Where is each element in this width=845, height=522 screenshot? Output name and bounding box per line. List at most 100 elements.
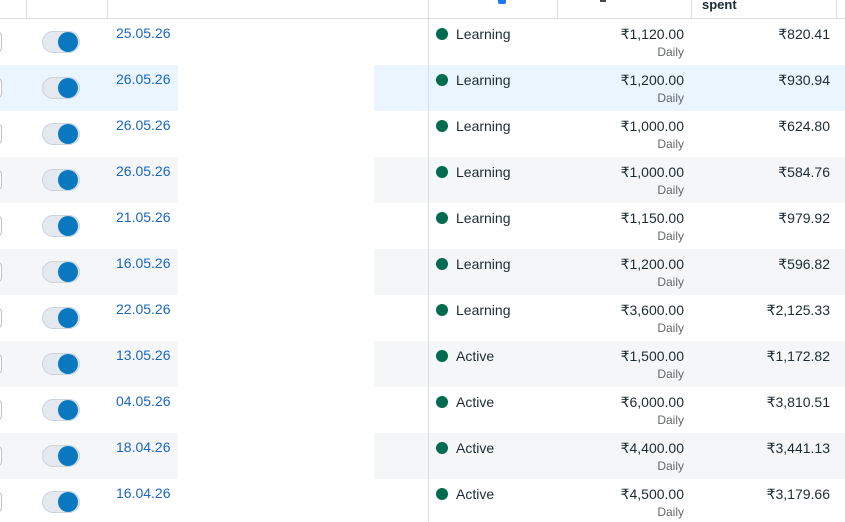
table-row[interactable]: Learning ₹1,120.00 Daily ₹820.41 [374, 19, 845, 65]
amount-spent-value: ₹3,810.51 [766, 394, 830, 410]
delivery-status: Learning [456, 256, 511, 272]
table-row[interactable]: Active ₹1,500.00 Daily ₹1,172.82 [374, 341, 845, 387]
row-date-link[interactable]: 18.04.26 [116, 439, 171, 455]
table-row[interactable]: Learning ₹3,600.00 Daily ₹2,125.33 [374, 295, 845, 341]
status-dot-icon [436, 304, 448, 316]
table-row[interactable]: 16.04.26 [0, 479, 178, 522]
table-row[interactable]: 26.05.26 [0, 157, 178, 203]
table-row[interactable]: 22.05.26 [0, 295, 178, 341]
campaign-toggle[interactable] [42, 261, 80, 283]
budget-value: ₹1,000.00 [620, 164, 684, 180]
row-checkbox[interactable] [0, 78, 2, 98]
budget-period: Daily [657, 367, 684, 381]
delivery-status: Learning [456, 72, 511, 88]
campaign-toggle[interactable] [42, 491, 80, 513]
budget-value: ₹4,400.00 [620, 440, 684, 456]
budget-value: ₹1,000.00 [620, 118, 684, 134]
row-checkbox[interactable] [0, 400, 2, 420]
delivery-status: Learning [456, 26, 511, 42]
toggle-knob [58, 262, 78, 282]
row-checkbox[interactable] [0, 492, 2, 512]
amount-spent-value: ₹930.94 [778, 72, 830, 88]
row-checkbox[interactable] [0, 354, 2, 374]
budget-period: Daily [657, 459, 684, 473]
toggle-knob [58, 308, 78, 328]
delivery-status: Active [456, 394, 495, 410]
budget-period: Daily [657, 321, 684, 335]
budget-period: Daily [657, 413, 684, 427]
toggle-knob [58, 170, 78, 190]
table-row[interactable]: 13.05.26 [0, 341, 178, 387]
row-date-link[interactable]: 13.05.26 [116, 347, 171, 363]
row-checkbox[interactable] [0, 446, 2, 466]
campaign-toggle[interactable] [42, 307, 80, 329]
row-date-link[interactable]: 16.05.26 [116, 255, 171, 271]
row-checkbox[interactable] [0, 262, 2, 282]
status-dot-icon [436, 28, 448, 40]
campaign-toggle[interactable] [42, 353, 80, 375]
status-dot-icon [436, 350, 448, 362]
row-date-link[interactable]: 04.05.26 [116, 393, 171, 409]
budget-value: ₹1,500.00 [620, 348, 684, 364]
status-dot-icon [436, 396, 448, 408]
row-date-link[interactable]: 26.05.26 [116, 71, 171, 87]
table-row[interactable]: 04.05.26 [0, 387, 178, 433]
table-row[interactable]: Learning ₹1,200.00 Daily ₹596.82 [374, 249, 845, 295]
table-row[interactable]: 26.05.26 [0, 111, 178, 157]
row-date-link[interactable]: 16.04.26 [116, 485, 171, 501]
toggle-knob [58, 446, 78, 466]
campaign-toggle[interactable] [42, 215, 80, 237]
amount-spent-value: ₹979.92 [778, 210, 830, 226]
delivery-status: Learning [456, 164, 511, 180]
delivery-status: Active [456, 440, 495, 456]
row-date-link[interactable]: 26.05.26 [116, 117, 171, 133]
header-divider [428, 0, 429, 18]
amount-spent-value: ₹2,125.33 [766, 302, 830, 318]
campaign-toggle[interactable] [42, 445, 80, 467]
row-checkbox[interactable] [0, 216, 2, 236]
toggle-knob [58, 124, 78, 144]
budget-period: Daily [657, 183, 684, 197]
table-row[interactable]: Active ₹4,500.00 Daily ₹3,179.66 [374, 479, 845, 522]
row-date-link[interactable]: 26.05.26 [116, 163, 171, 179]
row-date-link[interactable]: 25.05.26 [116, 25, 171, 41]
campaign-toggle[interactable] [42, 123, 80, 145]
amount-spent-value: ₹1,172.82 [766, 348, 830, 364]
toggle-knob [58, 32, 78, 52]
delivery-status: Active [456, 486, 495, 502]
table-header: spent [0, 0, 845, 19]
row-checkbox[interactable] [0, 124, 2, 144]
campaign-toggle[interactable] [42, 169, 80, 191]
budget-value: ₹1,200.00 [620, 256, 684, 272]
row-checkbox[interactable] [0, 170, 2, 190]
table-row[interactable]: 18.04.26 [0, 433, 178, 479]
amount-spent-value: ₹3,179.66 [766, 486, 830, 502]
header-divider [691, 0, 692, 18]
campaign-toggle[interactable] [42, 31, 80, 53]
table-row[interactable]: Active ₹4,400.00 Daily ₹3,441.13 [374, 433, 845, 479]
header-divider [557, 0, 558, 18]
amount-spent-value: ₹596.82 [778, 256, 830, 272]
table-row[interactable]: 25.05.26 [0, 19, 178, 65]
row-date-link[interactable]: 22.05.26 [116, 301, 171, 317]
campaign-toggle[interactable] [42, 399, 80, 421]
table-row[interactable]: 16.05.26 [0, 249, 178, 295]
row-checkbox[interactable] [0, 308, 2, 328]
table-row[interactable]: 21.05.26 [0, 203, 178, 249]
row-checkbox[interactable] [0, 32, 2, 52]
campaign-toggle[interactable] [42, 77, 80, 99]
budget-value: ₹1,120.00 [620, 26, 684, 42]
table-row[interactable]: Active ₹6,000.00 Daily ₹3,810.51 [374, 387, 845, 433]
table-row[interactable]: Learning ₹1,200.00 Daily ₹930.94 [374, 65, 845, 111]
amount-spent-header[interactable]: spent [702, 0, 737, 12]
table-row[interactable]: Learning ₹1,150.00 Daily ₹979.92 [374, 203, 845, 249]
budget-value: ₹1,150.00 [620, 210, 684, 226]
table-left-columns: 25.05.26 26.05.26 26.05.26 26.05.26 21.05.26… [0, 19, 178, 522]
table-row[interactable]: Learning ₹1,000.00 Daily ₹624.80 [374, 111, 845, 157]
table-row[interactable]: Learning ₹1,000.00 Daily ₹584.76 [374, 157, 845, 203]
toggle-knob [58, 492, 78, 512]
budget-period: Daily [657, 91, 684, 105]
row-date-link[interactable]: 21.05.26 [116, 209, 171, 225]
table-row[interactable]: 26.05.26 [0, 65, 178, 111]
budget-period: Daily [657, 137, 684, 151]
